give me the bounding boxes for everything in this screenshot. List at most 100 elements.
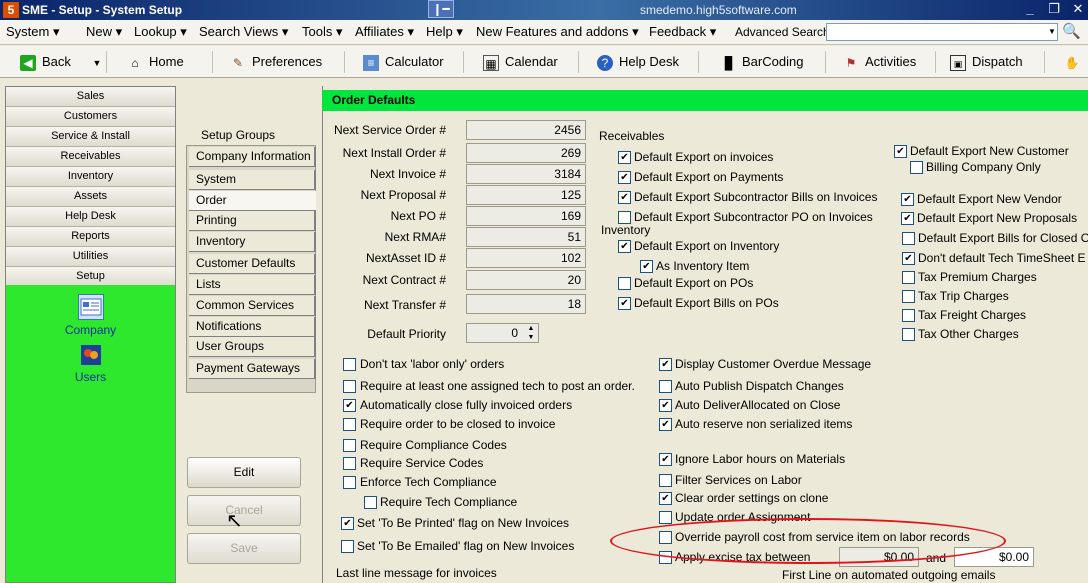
nav-item-receivables[interactable]: Receivables xyxy=(6,147,175,167)
next-proposal-field[interactable]: 125 xyxy=(466,185,586,205)
nav-item-inventory[interactable]: Inventory xyxy=(6,167,175,187)
menu-affiliates[interactable]: Affiliates ▾ xyxy=(355,24,414,40)
group-customer-defaults[interactable]: Customer Defaults xyxy=(189,254,316,274)
export-new-customer-checkbox[interactable] xyxy=(894,145,907,158)
nav-item-setup[interactable]: Setup xyxy=(6,267,175,287)
menu-help[interactable]: Help ▾ xyxy=(426,24,463,40)
handshake-button[interactable]: ✋ xyxy=(1064,49,1086,75)
spin-down-icon[interactable]: ▼ xyxy=(524,333,538,342)
require-tech-post-checkbox[interactable] xyxy=(343,380,356,393)
chevron-down-icon[interactable]: ▼ xyxy=(93,58,102,68)
dispatch-button[interactable]: ▣ Dispatch xyxy=(950,49,1023,75)
as-inventory-item-checkbox[interactable] xyxy=(640,260,653,273)
require-service-codes-checkbox[interactable] xyxy=(343,457,356,470)
edit-button[interactable]: Edit xyxy=(187,457,301,488)
group-inventory[interactable]: Inventory xyxy=(189,232,316,252)
nav-item-customers[interactable]: Customers xyxy=(6,107,175,127)
export-pos-checkbox[interactable] xyxy=(618,277,631,290)
auto-close-invoiced-checkbox[interactable] xyxy=(343,399,356,412)
next-po-field[interactable]: 169 xyxy=(466,206,586,226)
tech-timesheet-checkbox[interactable] xyxy=(902,252,915,265)
tax-premium-checkbox[interactable] xyxy=(902,271,915,284)
menu-new-features[interactable]: New Features and addons ▾ xyxy=(476,24,639,40)
auto-reserve-checkbox[interactable] xyxy=(659,418,672,431)
group-order[interactable]: Order xyxy=(189,191,316,211)
nav-item-assets[interactable]: Assets xyxy=(6,187,175,207)
advanced-search-input[interactable] xyxy=(826,23,1058,41)
nav-item-help-desk[interactable]: Help Desk xyxy=(6,207,175,227)
group-payment-gateways[interactable]: Payment Gateways xyxy=(189,359,316,379)
require-closed-invoice-checkbox[interactable] xyxy=(343,418,356,431)
export-new-vendor-checkbox[interactable] xyxy=(901,193,914,206)
users-icon[interactable] xyxy=(81,345,101,365)
auto-publish-dispatch-checkbox[interactable] xyxy=(659,380,672,393)
menu-new[interactable]: New ▾ xyxy=(86,24,122,40)
back-button[interactable]: ◀ Back ▼ xyxy=(20,49,101,75)
export-new-proposals-checkbox[interactable] xyxy=(901,212,914,225)
tax-freight-checkbox[interactable] xyxy=(902,309,915,322)
group-system[interactable]: System xyxy=(189,170,316,190)
group-lists[interactable]: Lists xyxy=(189,275,316,295)
close-button[interactable]: ✕ xyxy=(1066,1,1088,18)
to-be-emailed-checkbox[interactable] xyxy=(341,540,354,553)
next-install-order-field[interactable]: 269 xyxy=(466,143,586,163)
tax-trip-checkbox[interactable] xyxy=(902,290,915,303)
export-sub-bills-checkbox[interactable] xyxy=(618,191,631,204)
next-invoice-field[interactable]: 3184 xyxy=(466,164,586,184)
nav-item-utilities[interactable]: Utilities xyxy=(6,247,175,267)
auto-deliver-allocated-checkbox[interactable] xyxy=(659,399,672,412)
nav-item-reports[interactable]: Reports xyxy=(6,227,175,247)
require-compliance-codes-checkbox[interactable] xyxy=(343,439,356,452)
menu-system[interactable]: System ▾ xyxy=(6,24,60,40)
group-user-groups[interactable]: User Groups xyxy=(189,337,316,357)
dont-tax-labor-checkbox[interactable] xyxy=(343,358,356,371)
next-transfer-field[interactable]: 18 xyxy=(466,294,586,314)
next-contract-field[interactable]: 20 xyxy=(466,270,586,290)
group-printing[interactable]: Printing xyxy=(189,211,316,231)
update-assignment-checkbox[interactable] xyxy=(659,511,672,524)
menu-tools[interactable]: Tools ▾ xyxy=(302,24,343,40)
ignore-labor-hours-checkbox[interactable] xyxy=(659,453,672,466)
export-invoices-checkbox[interactable] xyxy=(618,151,631,164)
pin-icon[interactable]: ❙━ xyxy=(428,0,454,18)
group-notifications[interactable]: Notifications xyxy=(189,317,316,337)
export-payments-checkbox[interactable] xyxy=(618,171,631,184)
to-be-printed-checkbox[interactable] xyxy=(341,517,354,530)
menu-lookup[interactable]: Lookup ▾ xyxy=(134,24,187,40)
company-link[interactable]: Company xyxy=(6,323,175,337)
spin-up-icon[interactable]: ▲ xyxy=(524,324,538,333)
barcoding-button[interactable]: ▐▌ BarCoding xyxy=(720,49,803,75)
minimize-button[interactable]: _ xyxy=(1018,1,1042,18)
menu-search-views[interactable]: Search Views ▾ xyxy=(199,24,288,40)
calendar-button[interactable]: ▦ Calendar xyxy=(483,49,558,75)
next-rma-field[interactable]: 51 xyxy=(466,227,586,247)
tax-other-checkbox[interactable] xyxy=(902,328,915,341)
calculator-button[interactable]: ≡ Calculator xyxy=(363,49,444,75)
next-asset-id-field[interactable]: 102 xyxy=(466,248,586,268)
billing-company-only-checkbox[interactable] xyxy=(910,161,923,174)
home-button[interactable]: ⌂ Home xyxy=(127,49,183,75)
nav-item-service-install[interactable]: Service & Install xyxy=(6,127,175,147)
preferences-button[interactable]: ✎ Preferences xyxy=(230,49,322,75)
export-bills-pos-checkbox[interactable] xyxy=(618,297,631,310)
save-button[interactable]: Save xyxy=(187,533,301,564)
chevron-down-icon[interactable]: ▼ xyxy=(1047,24,1057,40)
activities-button[interactable]: ⚑ Activities xyxy=(843,49,917,75)
enforce-tech-compliance-checkbox[interactable] xyxy=(343,476,356,489)
menu-feedback[interactable]: Feedback ▾ xyxy=(649,24,716,40)
export-inventory-checkbox[interactable] xyxy=(618,240,631,253)
group-company-information[interactable]: Company Information xyxy=(189,147,316,167)
search-icon[interactable]: 🔍 xyxy=(1062,22,1082,42)
cancel-button[interactable]: Cancel xyxy=(187,495,301,526)
nav-item-sales[interactable]: Sales xyxy=(6,87,175,107)
restore-button[interactable]: ❐ xyxy=(1042,1,1066,18)
group-common-services[interactable]: Common Services xyxy=(189,296,316,316)
filter-services-checkbox[interactable] xyxy=(659,474,672,487)
customer-overdue-checkbox[interactable] xyxy=(659,358,672,371)
help-desk-button[interactable]: ? Help Desk xyxy=(597,49,679,75)
next-service-order-field[interactable]: 2456 xyxy=(466,120,586,140)
require-tech-compliance-checkbox[interactable] xyxy=(364,496,377,509)
export-bills-closed-checkbox[interactable] xyxy=(902,232,915,245)
company-icon[interactable] xyxy=(78,294,104,320)
users-link[interactable]: Users xyxy=(6,370,175,384)
